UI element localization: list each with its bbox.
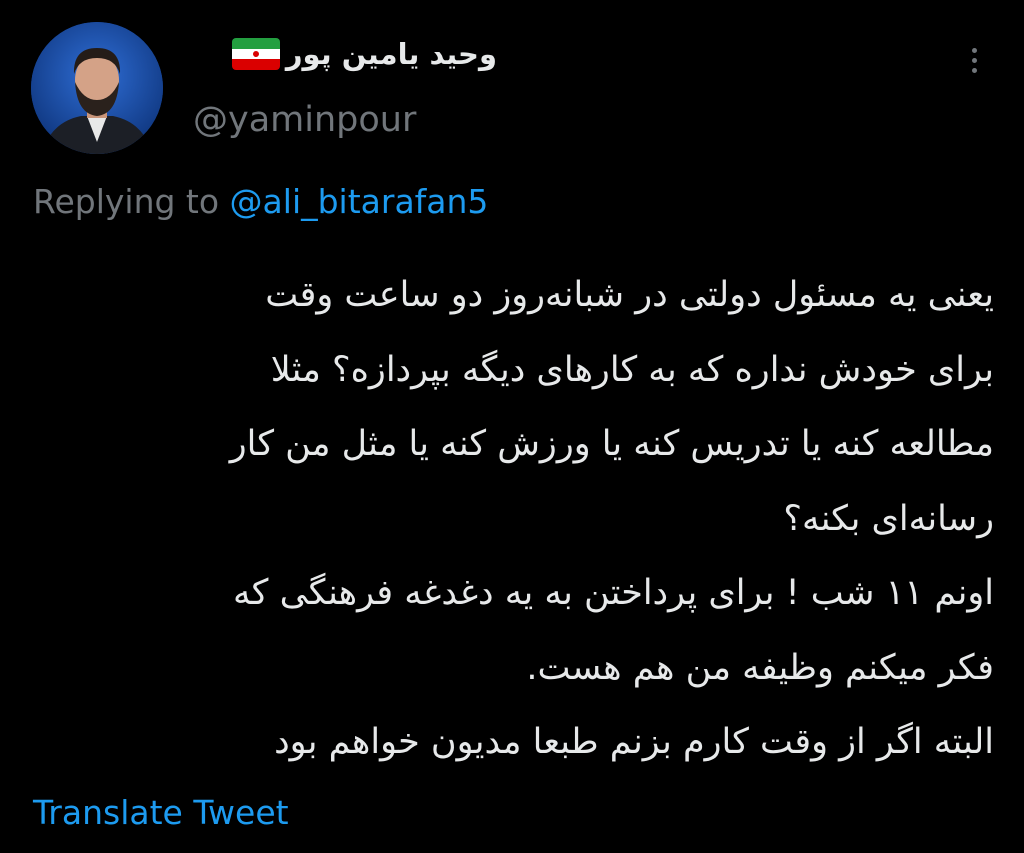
tweet-line: مطالعه کنه یا تدریس کنه یا ورزش کنه یا م…: [229, 424, 994, 464]
tweet-line: البته اگر از وقت کارم بزنم طبعا مدیون خو…: [274, 722, 994, 762]
reply-mention-link[interactable]: @ali_bitarafan5: [230, 182, 489, 221]
author-display-name[interactable]: وحید یامین پور: [231, 30, 497, 78]
translate-tweet-link[interactable]: Translate Tweet: [33, 793, 289, 832]
tweet: وحید یامین پور @yaminpour Replying to @a…: [0, 0, 1024, 853]
tweet-line: اونم ۱۱ شب ! برای پرداختن به یه دغدغه فر…: [233, 573, 994, 613]
tweet-line: برای خودش نداره که به کارهای دیگه بپرداز…: [270, 349, 994, 390]
tweet-text: یعنی یه مسئول دولتی در شبانه‌روز دو ساعت…: [24, 258, 994, 780]
replying-prefix: Replying to: [33, 182, 230, 221]
more-dots-icon[interactable]: [960, 40, 988, 80]
replying-to: Replying to @ali_bitarafan5: [33, 182, 488, 221]
tweet-line: یعنی یه مسئول دولتی در شبانه‌روز دو ساعت…: [265, 275, 994, 315]
iran-flag-icon: [231, 38, 280, 70]
tweet-line: رسانه‌ای بکنه؟: [783, 498, 994, 539]
author-handle[interactable]: @yaminpour: [193, 100, 416, 140]
author-name-text[interactable]: وحید یامین پور: [286, 37, 497, 71]
avatar[interactable]: [31, 22, 163, 154]
tweet-line: فکر میکنم وظیفه من هم هست.: [526, 647, 994, 688]
